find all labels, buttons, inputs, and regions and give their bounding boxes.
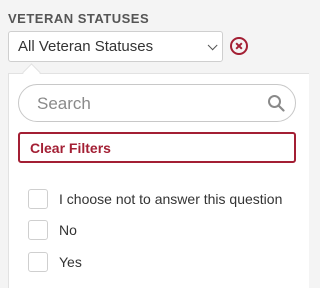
filter-label: VETERAN STATUSES (8, 11, 150, 26)
checkbox[interactable] (28, 220, 48, 240)
checkbox[interactable] (28, 189, 48, 209)
search-placeholder: Search (37, 94, 91, 113)
search-icon (268, 95, 285, 112)
chevron-down-icon (207, 40, 218, 51)
select-value: All Veteran Statuses (18, 38, 154, 55)
option-label: I choose not to answer this question (59, 191, 283, 207)
search-input[interactable]: Search (18, 84, 296, 122)
option-label: Yes (59, 254, 82, 270)
option-label: No (59, 222, 77, 238)
clear-filters-button[interactable]: Clear Filters (18, 132, 296, 163)
clear-filters-label: Clear Filters (30, 140, 111, 156)
clear-selection-icon[interactable] (230, 37, 248, 55)
veteran-status-select[interactable]: All Veteran Statuses (8, 31, 223, 62)
checkbox[interactable] (28, 252, 48, 272)
